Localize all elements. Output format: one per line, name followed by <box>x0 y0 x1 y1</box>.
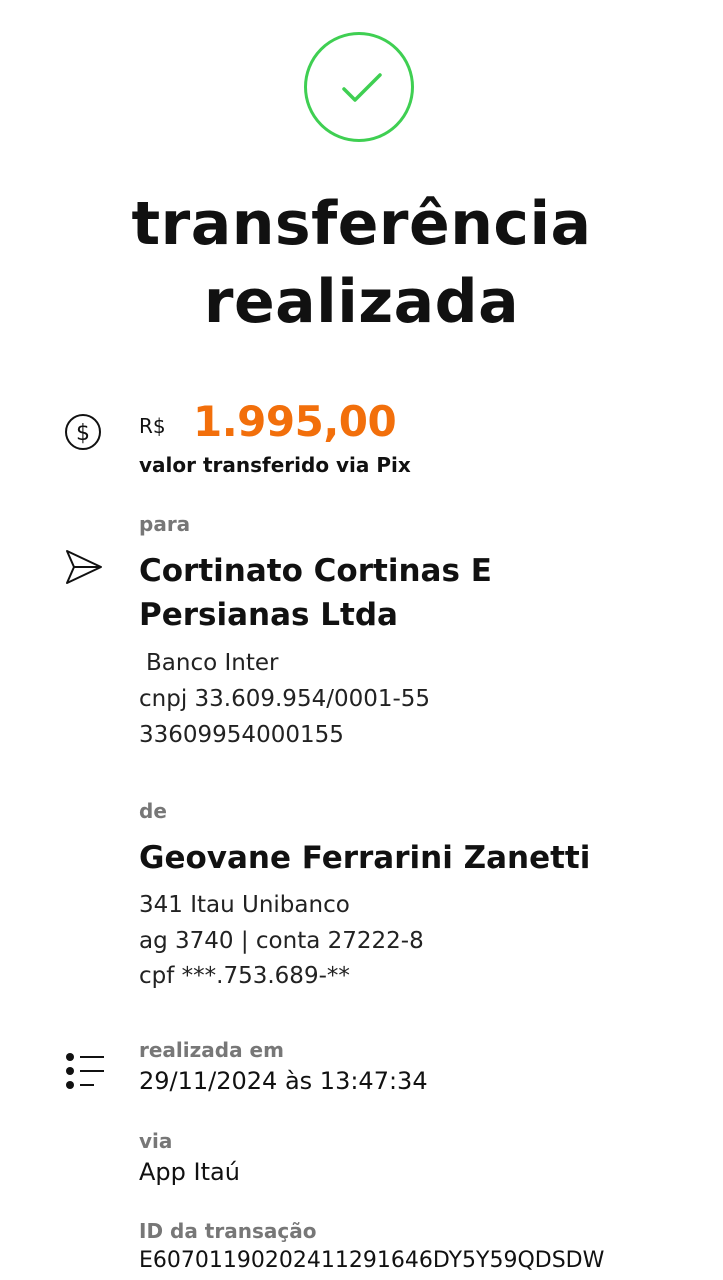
sender-bank: 341 Itau Unibanco <box>139 892 350 918</box>
recipient-cnpj: cnpj 33.609.954/0001-55 <box>139 686 431 712</box>
sender-label: de <box>139 799 167 823</box>
svg-text:$: $ <box>76 421 90 446</box>
currency-label: R$ <box>139 414 166 438</box>
amount-caption: valor transferido via Pix <box>139 453 411 477</box>
title-line-2: realizada <box>203 267 520 337</box>
amount-value: 1.995,00 <box>193 397 397 446</box>
transaction-id-label: ID da transação <box>139 1219 317 1243</box>
page-title: transferência realizada <box>0 185 723 341</box>
date-value: 29/11/2024 às 13:47:34 <box>139 1067 428 1095</box>
sender-name: Geovane Ferrarini Zanetti <box>139 840 591 876</box>
recipient-name-line-2: Persianas Ltda <box>139 597 398 633</box>
list-icon <box>64 1052 106 1092</box>
recipient-label: para <box>139 512 191 536</box>
send-icon <box>64 548 104 586</box>
recipient-name-line-1: Cortinato Cortinas E <box>139 553 492 589</box>
sender-account: ag 3740 | conta 27222-8 <box>139 928 424 954</box>
title-line-1: transferência <box>131 189 592 259</box>
sender-cpf: cpf ***.753.689-** <box>139 963 350 989</box>
recipient-bank: Banco Inter <box>146 650 279 676</box>
date-label: realizada em <box>139 1038 284 1062</box>
via-value: App Itaú <box>139 1158 240 1186</box>
recipient-key: 33609954000155 <box>139 722 344 748</box>
dollar-circle-icon: $ <box>64 413 102 451</box>
success-check-icon <box>304 32 414 142</box>
transaction-id-value: E60701190202411291646DY5Y59QDSDW <box>139 1248 605 1273</box>
via-label: via <box>139 1129 173 1153</box>
recipient-name: Cortinato Cortinas E Persianas Ltda <box>139 549 492 637</box>
